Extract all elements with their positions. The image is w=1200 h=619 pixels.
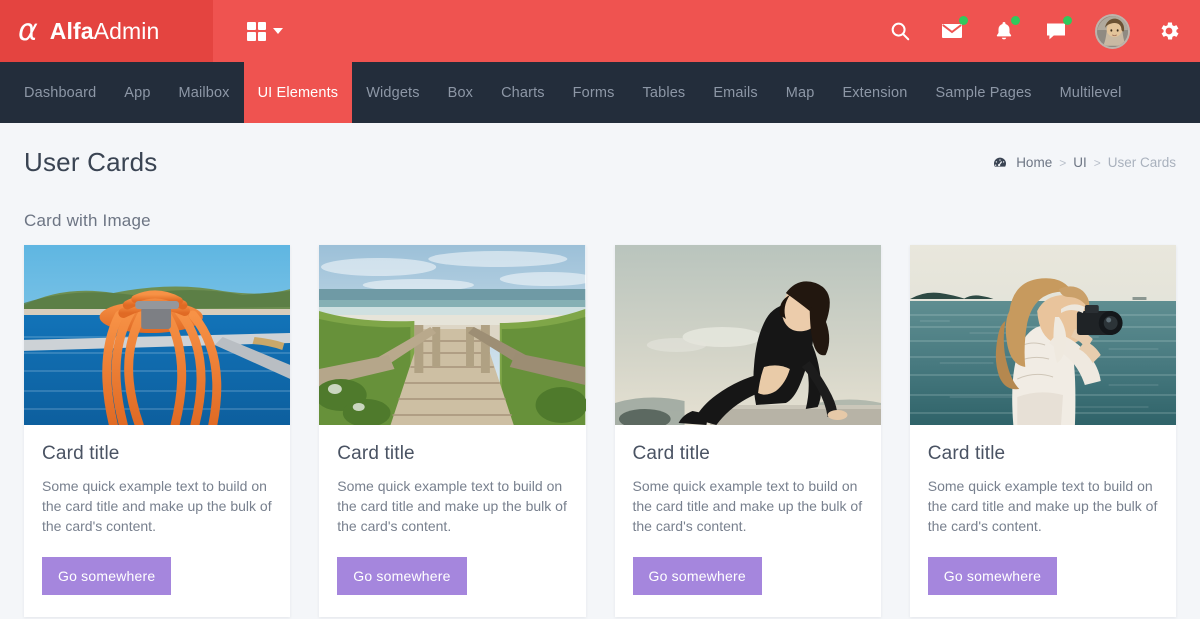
card-text: Some quick example text to build on the … (42, 478, 272, 534)
go-somewhere-button[interactable]: Go somewhere (927, 556, 1058, 595)
user-card: Card title Some quick example text to bu… (614, 245, 881, 617)
go-somewhere-button[interactable]: Go somewhere (632, 556, 762, 595)
header-actions (887, 13, 1200, 49)
user-card: Card title Some quick example text to bu… (24, 245, 291, 617)
card-title: Card title (632, 443, 711, 464)
nav-item-forms[interactable]: Forms (559, 62, 629, 123)
nav-item-map[interactable]: Map (772, 62, 829, 123)
nav-item-multilevel[interactable]: Multilevel (1046, 62, 1136, 123)
dashboard-speedometer-icon (992, 155, 1008, 171)
user-card: Card title Some quick example text to bu… (319, 245, 586, 617)
go-somewhere-button[interactable]: Go somewhere (42, 556, 172, 595)
nav-item-widgets[interactable]: Widgets (352, 62, 433, 123)
nav-item-emails[interactable]: Emails (699, 62, 771, 123)
breadcrumb-item-home[interactable]: Home (1016, 155, 1052, 170)
chat-icon[interactable] (1043, 16, 1072, 44)
bell-badge-dot (1011, 16, 1020, 25)
wooden-boardwalk-to-beach-photo (319, 245, 586, 425)
card-text: Some quick example text to build on the … (632, 478, 863, 534)
breadcrumb-separator: > (1093, 155, 1101, 170)
avatar[interactable] (1095, 13, 1130, 49)
brand-name: AlfaAdmin (50, 18, 160, 45)
nav-item-box[interactable]: Box (434, 62, 487, 123)
brand-name-light: Admin (93, 17, 160, 44)
mail-icon[interactable] (939, 16, 968, 44)
main-navigation: Dashboard App Mailbox UI Elements Widget… (0, 62, 1200, 123)
card-body: Card title Some quick example text to bu… (910, 425, 1176, 617)
nav-item-ui-elements[interactable]: UI Elements (243, 62, 353, 123)
breadcrumb: Home > UI > User Cards (992, 155, 1176, 171)
mail-badge-dot (959, 16, 968, 25)
breadcrumb-separator: > (1059, 155, 1067, 170)
brand-logo[interactable]: α AlfaAdmin (0, 0, 213, 62)
nav-item-mailbox[interactable]: Mailbox (165, 62, 244, 123)
go-somewhere-button[interactable]: Go somewhere (337, 556, 467, 595)
section-title: Card with Image (24, 211, 151, 230)
orange-rope-on-boat-railing-photo (24, 245, 291, 425)
nav-item-app[interactable]: App (110, 62, 164, 123)
grid-apps-toggle[interactable] (247, 21, 283, 41)
alpha-symbol-icon: α (18, 13, 38, 48)
card-body: Card title Some quick example text to bu… (319, 425, 585, 617)
user-cards-grid: Card title Some quick example text to bu… (24, 245, 1176, 617)
card-text: Some quick example text to build on the … (337, 478, 567, 534)
top-header-bar: α AlfaAdmin (0, 0, 1200, 62)
card-title: Card title (42, 443, 120, 464)
card-body: Card title Some quick example text to bu… (24, 425, 290, 617)
card-title: Card title (927, 443, 1006, 464)
grid-icon (247, 21, 266, 41)
card-body: Card title Some quick example text to bu… (615, 425, 881, 617)
nav-item-dashboard[interactable]: Dashboard (10, 62, 110, 123)
woman-in-black-sitting-on-ledge-photo (614, 245, 881, 425)
card-text: Some quick example text to build on the … (927, 478, 1158, 534)
bell-icon[interactable] (991, 16, 1020, 44)
nav-item-charts[interactable]: Charts (487, 62, 559, 123)
card-title: Card title (337, 443, 415, 464)
breadcrumb-item-ui[interactable]: UI (1073, 155, 1087, 170)
page-content: User Cards Home > UI > User Cards Card w… (0, 123, 1200, 617)
woman-photographing-the-sea-photo (909, 245, 1176, 425)
gear-icon[interactable] (1156, 18, 1182, 44)
user-card: Card title Some quick example text to bu… (909, 245, 1176, 617)
page-title: User Cards (24, 147, 158, 177)
breadcrumb-item-user-cards: User Cards (1107, 155, 1176, 170)
nav-item-extension[interactable]: Extension (828, 62, 921, 123)
nav-item-sample-pages[interactable]: Sample Pages (921, 62, 1045, 123)
page-header: User Cards Home > UI > User Cards (24, 123, 1176, 178)
nav-item-tables[interactable]: Tables (629, 62, 700, 123)
chat-badge-dot (1063, 16, 1072, 25)
brand-name-bold: Alfa (49, 17, 94, 44)
chevron-down-icon (273, 28, 283, 34)
search-icon[interactable] (887, 18, 913, 44)
